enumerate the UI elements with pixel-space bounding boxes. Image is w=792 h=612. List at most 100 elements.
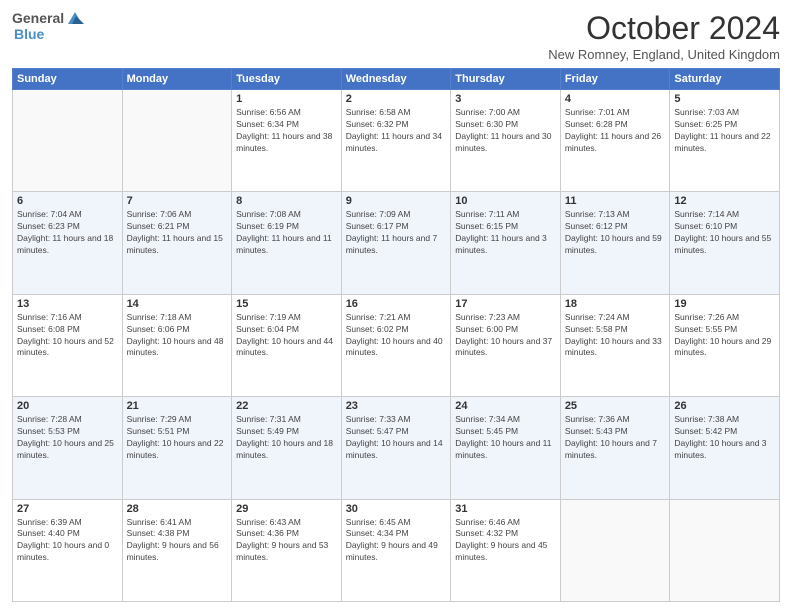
logo-icon [66,10,84,26]
calendar-day-cell: 13 Sunrise: 7:16 AMSunset: 6:08 PMDayligh… [13,294,123,396]
calendar-day-cell: 23Sunrise: 7:33 AMSunset: 5:47 PMDayligh… [341,397,451,499]
calendar-day-cell: 11 Sunrise: 7:13 AMSunset: 6:12 PMDayligh… [560,192,670,294]
col-thursday: Thursday [451,69,561,90]
day-number: 27 [17,503,118,515]
day-number: 31 [455,503,556,515]
day-number: 12 [674,195,775,207]
calendar-day-cell: 16Sunrise: 7:21 AMSunset: 6:02 PMDayligh… [341,294,451,396]
day-number: 28 [127,503,228,515]
day-detail: Sunrise: 7:21 AMSunset: 6:02 PMDaylight:… [346,312,447,360]
logo-blue-text: Blue [14,26,44,42]
logo-text: General [12,10,64,26]
col-wednesday: Wednesday [341,69,451,90]
calendar-table: Sunday Monday Tuesday Wednesday Thursday… [12,68,780,602]
day-number: 3 [455,93,556,105]
day-detail: Sunrise: 6:43 AMSunset: 4:36 PMDaylight:… [236,517,337,565]
day-detail: Sunrise: 7:00 AMSunset: 6:30 PMDaylight:… [455,107,556,155]
day-detail: Sunrise: 6:58 AMSunset: 6:32 PMDaylight:… [346,107,447,155]
day-number: 19 [674,298,775,310]
calendar-day-cell: 3 Sunrise: 7:00 AMSunset: 6:30 PMDaylight… [451,90,561,192]
day-detail: Sunrise: 7:04 AMSunset: 6:23 PMDaylight:… [17,209,118,257]
day-detail: Sunrise: 7:31 AMSunset: 5:49 PMDaylight:… [236,414,337,462]
day-detail: Sunrise: 7:11 AMSunset: 6:15 PMDaylight:… [455,209,556,257]
calendar-day-cell: 21 Sunrise: 7:29 AMSunset: 5:51 PMDayligh… [122,397,232,499]
title-block: October 2024 New Romney, England, United… [548,10,780,62]
location: New Romney, England, United Kingdom [548,47,780,62]
day-number: 4 [565,93,666,105]
calendar-header-row: Sunday Monday Tuesday Wednesday Thursday… [13,69,780,90]
calendar-day-cell: 22 Sunrise: 7:31 AMSunset: 5:49 PMDayligh… [232,397,342,499]
day-number: 1 [236,93,337,105]
day-number: 29 [236,503,337,515]
day-number: 5 [674,93,775,105]
calendar-day-cell: 18Sunrise: 7:24 AMSunset: 5:58 PMDayligh… [560,294,670,396]
col-monday: Monday [122,69,232,90]
calendar-week-row: 20 Sunrise: 7:28 AMSunset: 5:53 PMDayligh… [13,397,780,499]
day-detail: Sunrise: 7:06 AMSunset: 6:21 PMDaylight:… [127,209,228,257]
col-friday: Friday [560,69,670,90]
day-detail: Sunrise: 7:23 AMSunset: 6:00 PMDaylight:… [455,312,556,360]
day-detail: Sunrise: 6:46 AMSunset: 4:32 PMDaylight:… [455,517,556,565]
calendar-day-cell: 12 Sunrise: 7:14 AMSunset: 6:10 PMDayligh… [670,192,780,294]
day-detail: Sunrise: 7:18 AMSunset: 6:06 PMDaylight:… [127,312,228,360]
day-detail: Sunrise: 7:29 AMSunset: 5:51 PMDaylight:… [127,414,228,462]
calendar-day-cell [670,499,780,601]
calendar-day-cell: 20 Sunrise: 7:28 AMSunset: 5:53 PMDayligh… [13,397,123,499]
calendar-day-cell: 26 Sunrise: 7:38 AMSunset: 5:42 PMDayligh… [670,397,780,499]
day-number: 25 [565,400,666,412]
day-number: 18 [565,298,666,310]
day-number: 20 [17,400,118,412]
day-detail: Sunrise: 7:13 AMSunset: 6:12 PMDaylight:… [565,209,666,257]
day-number: 2 [346,93,447,105]
day-number: 22 [236,400,337,412]
calendar-day-cell: 28 Sunrise: 6:41 AMSunset: 4:38 PMDayligh… [122,499,232,601]
day-number: 13 [17,298,118,310]
calendar-week-row: 6Sunrise: 7:04 AMSunset: 6:23 PMDaylight… [13,192,780,294]
calendar-day-cell: 24 Sunrise: 7:34 AMSunset: 5:45 PMDayligh… [451,397,561,499]
calendar-day-cell: 2 Sunrise: 6:58 AMSunset: 6:32 PMDaylight… [341,90,451,192]
day-number: 9 [346,195,447,207]
day-number: 11 [565,195,666,207]
day-detail: Sunrise: 7:16 AMSunset: 6:08 PMDaylight:… [17,312,118,360]
day-detail: Sunrise: 6:56 AMSunset: 6:34 PMDaylight:… [236,107,337,155]
day-number: 17 [455,298,556,310]
day-detail: Sunrise: 6:45 AMSunset: 4:34 PMDaylight:… [346,517,447,565]
calendar-day-cell: 29 Sunrise: 6:43 AMSunset: 4:36 PMDayligh… [232,499,342,601]
day-number: 26 [674,400,775,412]
calendar-day-cell [122,90,232,192]
day-detail: Sunrise: 7:28 AMSunset: 5:53 PMDaylight:… [17,414,118,462]
day-detail: Sunrise: 7:19 AMSunset: 6:04 PMDaylight:… [236,312,337,360]
calendar-day-cell: 19 Sunrise: 7:26 AMSunset: 5:55 PMDayligh… [670,294,780,396]
calendar-week-row: 27Sunrise: 6:39 AMSunset: 4:40 PMDayligh… [13,499,780,601]
calendar-day-cell [560,499,670,601]
col-saturday: Saturday [670,69,780,90]
day-number: 24 [455,400,556,412]
day-detail: Sunrise: 7:09 AMSunset: 6:17 PMDaylight:… [346,209,447,257]
calendar-day-cell: 25 Sunrise: 7:36 AMSunset: 5:43 PMDayligh… [560,397,670,499]
day-number: 23 [346,400,447,412]
calendar-day-cell: 7Sunrise: 7:06 AMSunset: 6:21 PMDaylight… [122,192,232,294]
calendar-week-row: 1 Sunrise: 6:56 AMSunset: 6:34 PMDaylight… [13,90,780,192]
day-number: 15 [236,298,337,310]
calendar-day-cell: 8Sunrise: 7:08 AMSunset: 6:19 PMDaylight… [232,192,342,294]
calendar-week-row: 13 Sunrise: 7:16 AMSunset: 6:08 PMDayligh… [13,294,780,396]
calendar-day-cell: 6Sunrise: 7:04 AMSunset: 6:23 PMDaylight… [13,192,123,294]
day-number: 10 [455,195,556,207]
day-number: 21 [127,400,228,412]
day-detail: Sunrise: 7:34 AMSunset: 5:45 PMDaylight:… [455,414,556,462]
calendar-day-cell: 30Sunrise: 6:45 AMSunset: 4:34 PMDayligh… [341,499,451,601]
calendar-day-cell [13,90,123,192]
calendar-day-cell: 5 Sunrise: 7:03 AMSunset: 6:25 PMDaylight… [670,90,780,192]
day-number: 8 [236,195,337,207]
day-detail: Sunrise: 7:38 AMSunset: 5:42 PMDaylight:… [674,414,775,462]
calendar-day-cell: 31 Sunrise: 6:46 AMSunset: 4:32 PMDayligh… [451,499,561,601]
day-detail: Sunrise: 7:01 AMSunset: 6:28 PMDaylight:… [565,107,666,155]
day-detail: Sunrise: 7:03 AMSunset: 6:25 PMDaylight:… [674,107,775,155]
calendar-day-cell: 1 Sunrise: 6:56 AMSunset: 6:34 PMDaylight… [232,90,342,192]
day-detail: Sunrise: 7:36 AMSunset: 5:43 PMDaylight:… [565,414,666,462]
day-detail: Sunrise: 6:41 AMSunset: 4:38 PMDaylight:… [127,517,228,565]
day-detail: Sunrise: 7:14 AMSunset: 6:10 PMDaylight:… [674,209,775,257]
day-detail: Sunrise: 7:26 AMSunset: 5:55 PMDaylight:… [674,312,775,360]
col-tuesday: Tuesday [232,69,342,90]
calendar-day-cell: 27Sunrise: 6:39 AMSunset: 4:40 PMDayligh… [13,499,123,601]
